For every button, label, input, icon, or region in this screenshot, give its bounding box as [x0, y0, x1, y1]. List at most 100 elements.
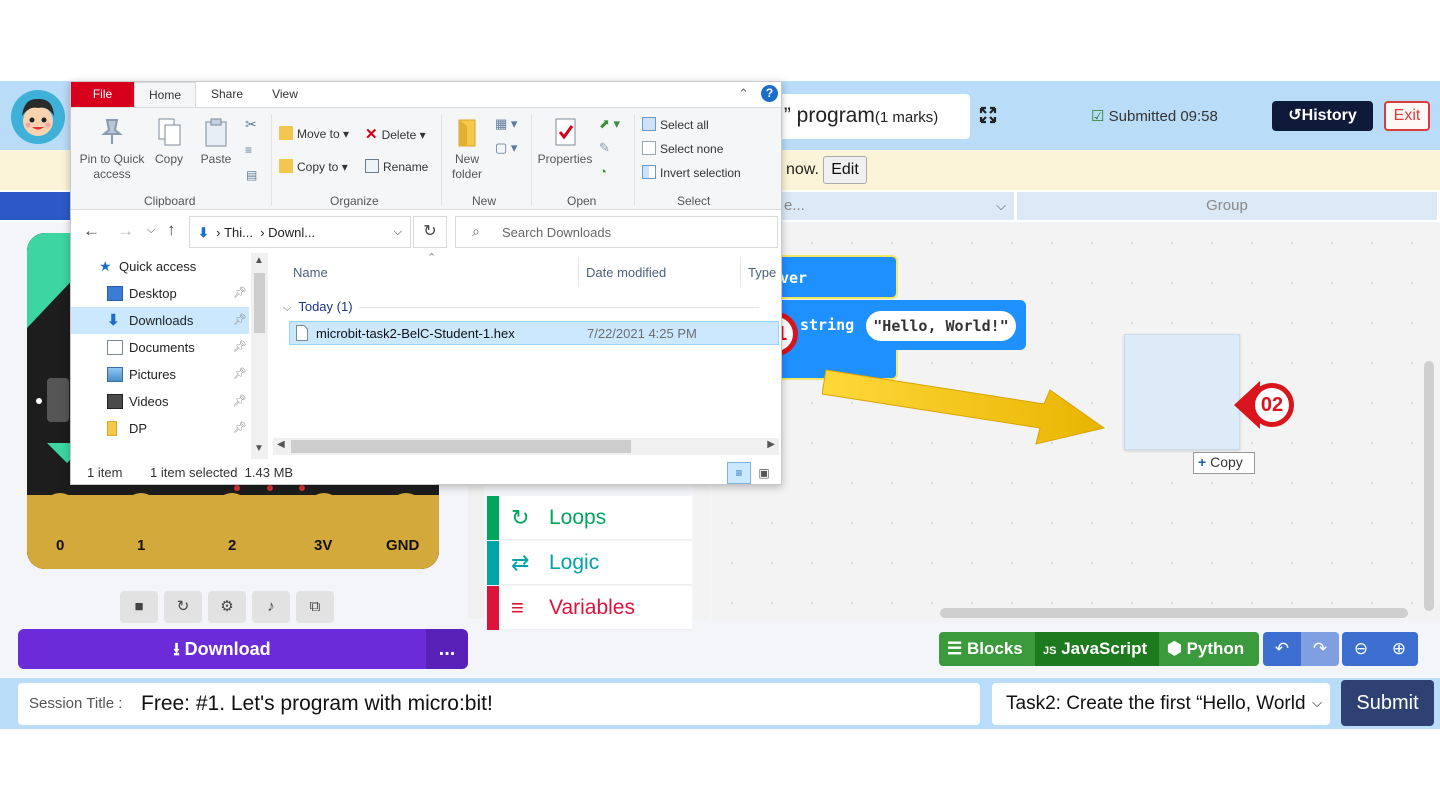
- properties-button[interactable]: Properties: [535, 116, 595, 167]
- tab-home[interactable]: Home: [134, 82, 196, 107]
- forever-block[interactable]: ver: [770, 255, 898, 299]
- tab-file[interactable]: File: [71, 82, 134, 107]
- redo-icon[interactable]: ↷: [1301, 632, 1339, 666]
- copy-button[interactable]: Copy: [149, 116, 189, 167]
- toolbox-item-logic[interactable]: ⇄ Logic: [487, 541, 692, 585]
- scroll-left-icon[interactable]: ◀: [277, 439, 285, 450]
- fullscreen-icon[interactable]: ⧉: [296, 591, 334, 623]
- nav-item-documents[interactable]: Documents 📌︎: [71, 334, 249, 361]
- select-none-button[interactable]: Select none: [642, 141, 723, 156]
- tab-view[interactable]: View: [257, 82, 313, 107]
- pin-icon[interactable]: 📌︎: [233, 415, 247, 442]
- download-more-button[interactable]: ...: [426, 629, 468, 669]
- pin-icon[interactable]: 📌︎: [233, 280, 247, 307]
- chevron-down-icon[interactable]: ⌵: [394, 226, 402, 239]
- stop-icon[interactable]: ■: [120, 591, 158, 623]
- select-all-button[interactable]: Select all: [642, 117, 709, 132]
- blocks-editor-button[interactable]: ☰ Blocks: [939, 632, 1035, 666]
- mute-icon[interactable]: ♪: [252, 591, 290, 623]
- nav-item-videos[interactable]: Videos 📌︎: [71, 388, 249, 415]
- zoom-out-icon[interactable]: ⊖: [1342, 632, 1380, 666]
- scroll-up-icon[interactable]: ▲: [254, 255, 264, 266]
- new-item-icon[interactable]: ▦ ▾: [495, 116, 517, 132]
- up-icon[interactable]: ↑: [167, 220, 176, 240]
- invert-selection-button[interactable]: Invert selection: [642, 165, 741, 180]
- forward-icon[interactable]: →: [117, 221, 134, 241]
- large-icons-view-icon[interactable]: ▣: [754, 463, 774, 483]
- nav-item-desktop[interactable]: Desktop 📌︎: [71, 280, 249, 307]
- horizontal-scrollbar[interactable]: ◀ ▶: [273, 438, 779, 455]
- open-icon[interactable]: ⬈ ▾: [599, 116, 620, 132]
- column-separator[interactable]: [578, 257, 579, 287]
- javascript-editor-button[interactable]: JS JavaScript: [1035, 632, 1159, 666]
- column-header-date[interactable]: Date modified: [586, 265, 666, 280]
- exit-button[interactable]: Exit: [1384, 101, 1430, 131]
- nav-item-downloads[interactable]: ⬇ Downloads 📌︎: [71, 307, 249, 334]
- address-segment[interactable]: Thi...: [224, 225, 253, 240]
- refresh-icon[interactable]: ↻: [413, 216, 447, 248]
- toolbox-scrollbar[interactable]: [693, 481, 709, 619]
- debug-icon[interactable]: ⚙: [208, 591, 246, 623]
- scroll-down-icon[interactable]: ▼: [254, 443, 264, 454]
- back-icon[interactable]: ←: [83, 221, 100, 241]
- search-input[interactable]: ⌕ Search Downloads: [455, 216, 778, 248]
- task-select[interactable]: Task2: Create the first “Hello, World ⌵: [992, 683, 1330, 725]
- move-to-button[interactable]: Move to ▾: [279, 126, 349, 141]
- file-row[interactable]: microbit-task2-BelC-Student-1.hex 7/22/2…: [289, 321, 779, 345]
- avatar[interactable]: [11, 90, 65, 144]
- recent-locations-icon[interactable]: ⌵: [147, 224, 155, 237]
- scroll-thumb[interactable]: [291, 440, 631, 453]
- chevron-up-icon[interactable]: ⌃: [738, 86, 749, 102]
- zoom-in-icon[interactable]: ⊕: [1380, 632, 1418, 666]
- cut-icon[interactable]: ✂: [245, 116, 257, 133]
- column-header-type[interactable]: Type: [748, 265, 776, 280]
- pin-to-quick-access-button[interactable]: Pin to Quick access: [79, 116, 145, 182]
- new-folder-button[interactable]: New folder: [447, 116, 487, 182]
- edit-icon[interactable]: ✎: [599, 140, 610, 156]
- history-button[interactable]: ↺History: [1272, 101, 1373, 131]
- delete-button[interactable]: ✕ Delete ▾: [365, 125, 426, 143]
- string-value-input[interactable]: "Hello, World!": [866, 311, 1016, 341]
- fullscreen-toggle-icon[interactable]: [978, 105, 998, 125]
- tab-share[interactable]: Share: [197, 82, 257, 107]
- easy-access-icon[interactable]: ▢ ▾: [495, 140, 517, 156]
- python-editor-button[interactable]: ⬢ Python: [1159, 632, 1259, 666]
- address-bar[interactable]: ⬇ › Thi... › Downl... ⌵: [189, 216, 411, 248]
- session-title-field[interactable]: Session Title : Free: #1. Let's program …: [18, 683, 980, 725]
- scroll-thumb[interactable]: [254, 273, 265, 333]
- group-header-today[interactable]: ⌵ Today (1): [283, 299, 353, 315]
- download-button[interactable]: ⭳ Download: [18, 629, 426, 669]
- group-tab[interactable]: Group: [1017, 192, 1437, 220]
- paste-button[interactable]: Paste: [195, 116, 237, 167]
- column-header-name[interactable]: Name: [293, 265, 328, 280]
- pin-icon[interactable]: 📌︎: [233, 307, 247, 334]
- toolbox-left-scrollbar[interactable]: [468, 481, 484, 619]
- file-explorer-window[interactable]: File Home Share View ⌃ ? Pin to Quick ac…: [70, 81, 782, 485]
- copy-path-icon[interactable]: ≡: [245, 143, 252, 157]
- pin-icon[interactable]: 📌︎: [233, 334, 247, 361]
- paste-shortcut-icon[interactable]: ▤: [246, 168, 257, 182]
- nav-item-quick-access[interactable]: ★ Quick access: [71, 253, 249, 280]
- restart-icon[interactable]: ↻: [164, 591, 202, 623]
- project-tab[interactable]: [0, 192, 80, 220]
- scroll-right-icon[interactable]: ▶: [767, 439, 775, 450]
- category-select[interactable]: e... ⌵: [780, 192, 1014, 220]
- details-view-icon[interactable]: ≡: [727, 462, 751, 484]
- nav-item-dp[interactable]: DP 📌︎: [71, 415, 249, 442]
- toolbox-item-loops[interactable]: ↻ Loops: [487, 496, 692, 540]
- column-separator[interactable]: [740, 257, 741, 287]
- toolbox-item-variables[interactable]: ≡ Variables: [487, 586, 692, 630]
- workspace-vertical-scrollbar[interactable]: [1424, 361, 1434, 611]
- rename-button[interactable]: Rename: [365, 159, 428, 174]
- workspace-horizontal-scrollbar[interactable]: [940, 608, 1408, 618]
- navigation-scrollbar[interactable]: ▲ ▼: [251, 253, 268, 459]
- pin-icon[interactable]: 📌︎: [233, 388, 247, 415]
- help-icon[interactable]: ?: [761, 85, 778, 102]
- submit-button[interactable]: Submit: [1341, 680, 1434, 726]
- undo-icon[interactable]: ↶: [1263, 632, 1301, 666]
- edit-button[interactable]: Edit: [823, 156, 867, 184]
- address-segment[interactable]: Downl...: [268, 225, 315, 240]
- history-file-icon[interactable]: ◔: [599, 164, 607, 179]
- pin-icon[interactable]: 📌︎: [233, 361, 247, 388]
- nav-item-pictures[interactable]: Pictures 📌︎: [71, 361, 249, 388]
